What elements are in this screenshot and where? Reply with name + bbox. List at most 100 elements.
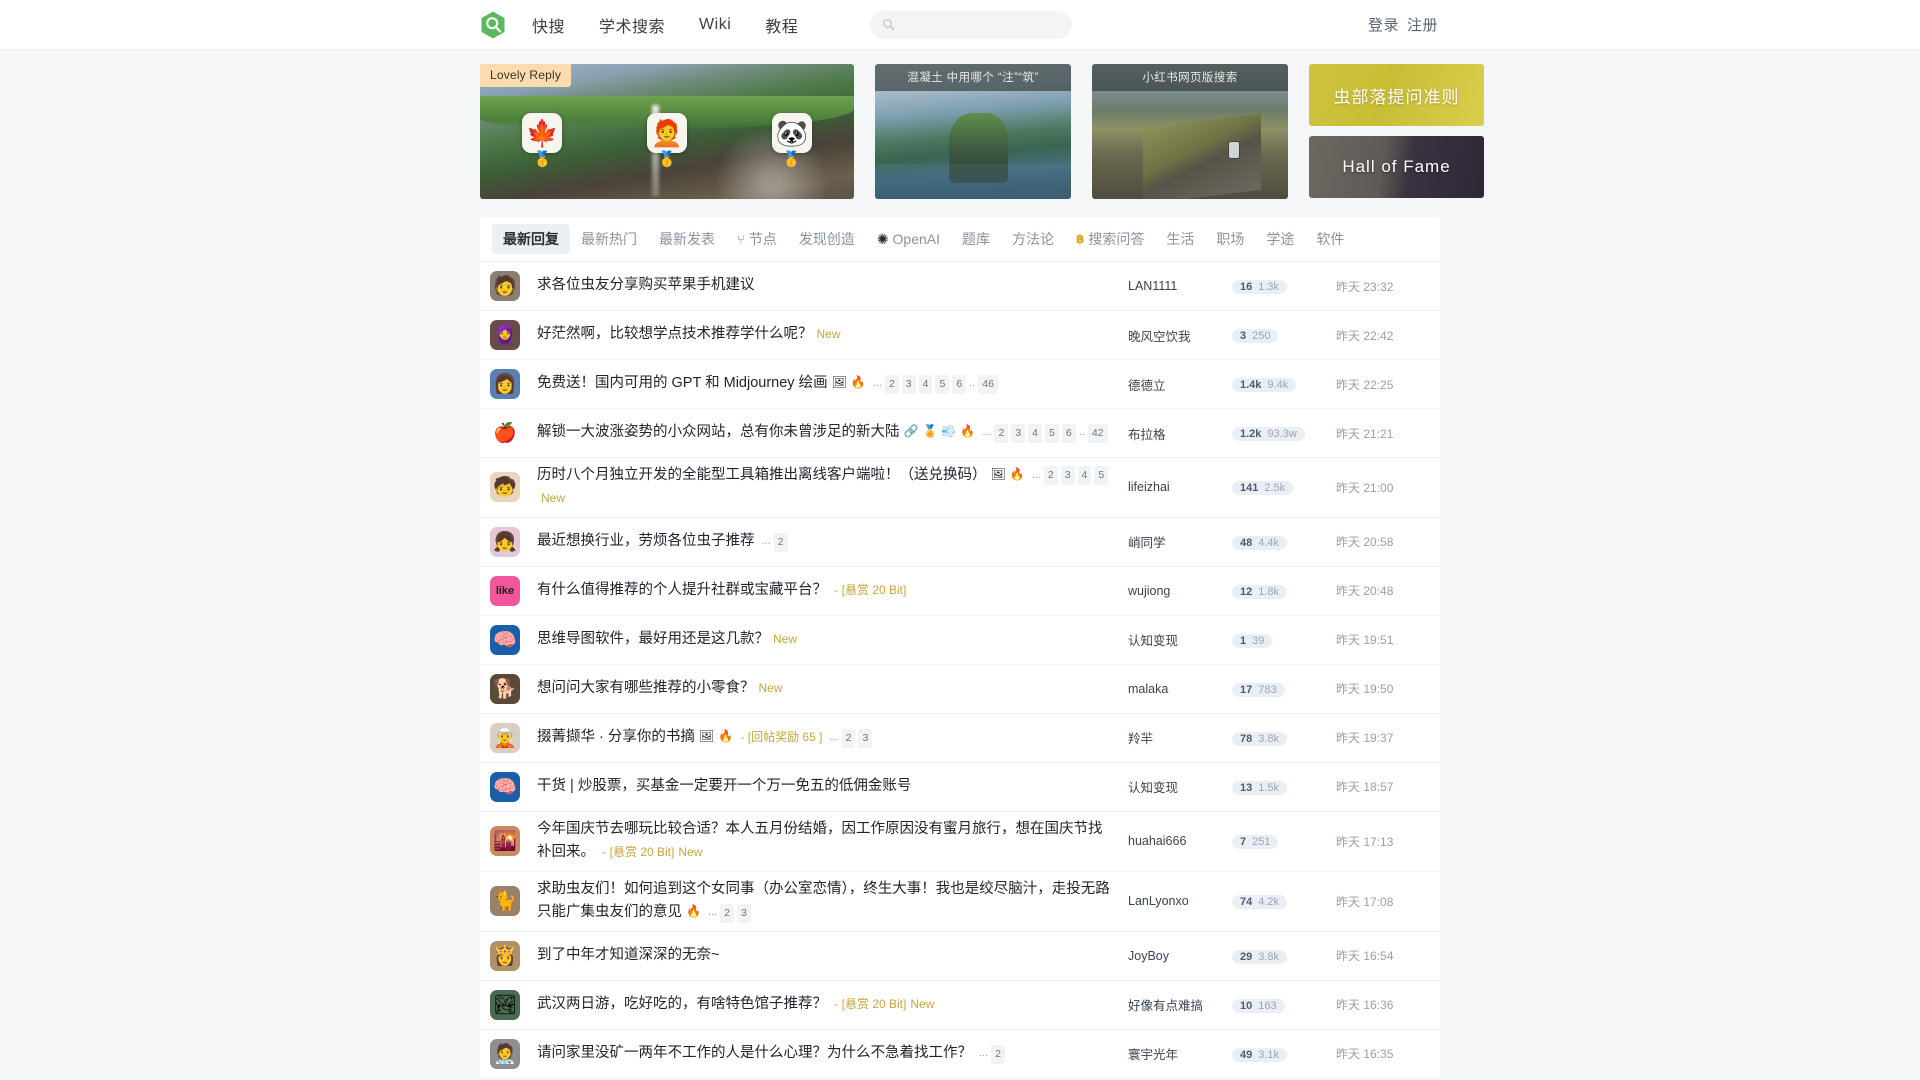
post-title[interactable]: 干货 | 炒股票，买基金一定要开一个万一免五的低佣金账号 (537, 775, 1116, 798)
tab-software[interactable]: 软件 (1305, 224, 1355, 254)
post-author[interactable]: LanLyonxo (1128, 894, 1232, 908)
table-row[interactable]: 🧠 干货 | 炒股票，买基金一定要开一个万一免五的低佣金账号 认知变现 13 1.5k 昨… (480, 761, 1440, 811)
avatar[interactable]: 👧 (490, 526, 520, 557)
nav-link-tutorial[interactable]: 教程 (765, 13, 798, 37)
banner-avatar[interactable]: 🐼 🥇 (771, 112, 812, 167)
table-row[interactable]: 🧑‍⚕️ 请问家里没矿一两年不工作的人是什么心理？为什么不急着找工作？... 2 寰宇… (480, 1028, 1440, 1078)
header-search[interactable] (870, 10, 1073, 39)
table-row[interactable]: 🧒 历时八个月独立开发的全能型工具箱推出离线客户端啦！（送兑换码） 🖼 🔥... 2 3 4… (480, 457, 1440, 517)
page-number[interactable]: 4 (1028, 423, 1043, 443)
post-title[interactable]: 免费送！国内可用的 GPT 和 Midjourney 绘画 🖼 🔥... 2 3 4 5 6.… (537, 372, 1116, 395)
page-number[interactable]: 3 (1011, 423, 1026, 443)
site-logo-icon[interactable] (478, 10, 508, 40)
avatar[interactable]: 🍎 (490, 418, 520, 448)
avatar[interactable]: 🐈 (490, 886, 520, 917)
post-author[interactable]: 好像有点难搞 (1128, 995, 1232, 1014)
post-author[interactable]: JoyBoy (1128, 949, 1232, 963)
post-title[interactable]: 今年国庆节去哪玩比较合适？本人五月份结婚，因工作原因没有蜜月旅行，想在国庆节找补… (537, 818, 1116, 865)
avatar[interactable]: 🧒 (490, 472, 520, 503)
post-title[interactable]: 掇菁撷华 · 分享你的书摘 🖼 🔥 - [回帖奖励 65 ]... 2 3 (537, 726, 1116, 749)
table-row[interactable]: 🧑 求各位虫友分享购买苹果手机建议 LAN1111 16 1.3k 昨天 23:32 (480, 261, 1440, 310)
register-link[interactable]: 注册 (1407, 14, 1438, 35)
post-title[interactable]: 有什么值得推荐的个人提升社群或宝藏平台？ - [悬赏 20 Bit] (537, 579, 1116, 602)
post-author[interactable]: 布拉格 (1128, 424, 1232, 443)
tab-methodology[interactable]: 方法论 (1001, 224, 1065, 254)
tab-workplace[interactable]: 职场 (1205, 224, 1255, 254)
post-title[interactable]: 求助虫友们！如何追到这个女同事（办公室恋情），终生大事！我也是绞尽脑汁，走投无路… (537, 878, 1116, 925)
post-author[interactable]: LAN1111 (1128, 279, 1232, 293)
post-title[interactable]: 到了中年才知道深深的无奈~ (537, 944, 1116, 967)
page-number[interactable]: 46 (978, 374, 998, 394)
post-title[interactable]: 思维导图软件，最好用还是这几款？ New (537, 628, 1116, 651)
post-title[interactable]: 武汉两日游，吃好吃的，有啥特色馆子推荐？ - [悬赏 20 Bit] New (537, 993, 1116, 1016)
page-number[interactable]: 2 (1043, 466, 1058, 486)
post-author[interactable]: 羚羋 (1128, 728, 1232, 747)
avatar[interactable]: 👩 (490, 369, 520, 399)
nav-link-wiki[interactable]: Wiki (699, 16, 731, 34)
banner-avatar[interactable]: 🍁 🥇 (522, 112, 563, 167)
search-input[interactable] (902, 17, 1061, 32)
table-row[interactable]: 👩 免费送！国内可用的 GPT 和 Midjourney 绘画 🖼 🔥... 2 3 4 5 6… (480, 359, 1440, 408)
page-number[interactable]: 3 (736, 903, 751, 923)
post-author[interactable]: 晚风空饮我 (1128, 326, 1232, 345)
page-number[interactable]: 4 (1077, 466, 1092, 486)
table-row[interactable]: like 有什么值得推荐的个人提升社群或宝藏平台？ - [悬赏 20 Bit] wu… (480, 565, 1440, 615)
page-number[interactable]: 2 (773, 532, 788, 552)
post-title[interactable]: 请问家里没矿一两年不工作的人是什么心理？为什么不急着找工作？... 2 (537, 1042, 1116, 1065)
table-row[interactable]: 🧕 好茫然啊，比较想学点技术推荐学什么呢？ New 晚风空饮我 3 250 昨天 22:42 (480, 310, 1440, 359)
tab-openai[interactable]: ✺ OpenAI (866, 226, 951, 252)
nav-link-academic[interactable]: 学术搜索 (599, 13, 665, 37)
tab-life[interactable]: 生活 (1155, 224, 1205, 254)
tab-latest-hot[interactable]: 最新热门 (570, 224, 648, 254)
post-author[interactable]: lifeizhai (1128, 480, 1232, 494)
page-number[interactable]: 6 (952, 374, 967, 394)
page-number[interactable]: 2 (991, 1044, 1006, 1064)
table-row[interactable]: 🌇 今年国庆节去哪玩比较合适？本人五月份结婚，因工作原因没有蜜月旅行，想在国庆节找… (480, 810, 1440, 871)
avatar[interactable]: 🧕 (490, 320, 520, 350)
banner-avatar[interactable]: 🧑‍🦰 🥇 (646, 112, 687, 167)
post-author[interactable]: huahai666 (1128, 834, 1232, 848)
table-row[interactable]: 🧠 思维导图软件，最好用还是这几款？ New 认知变现 1 39 昨天 19:51 (480, 614, 1440, 664)
banner-lovely-reply[interactable]: Lovely Reply 🍁 🥇 🧑‍🦰 🥇 🐼 🥇 (480, 64, 854, 199)
post-title[interactable]: 解锁一大波涨姿势的小众网站，总有你未曾涉足的新大陆 🔗 🏅 💨 🔥... 2 3 4 5 6.. 4… (537, 421, 1116, 444)
tab-latest-reply[interactable]: 最新回复 (492, 224, 570, 254)
post-author[interactable]: 认知变现 (1128, 630, 1232, 649)
page-number[interactable]: 2 (841, 728, 856, 748)
hall-of-fame-button[interactable]: Hall of Fame (1309, 136, 1484, 198)
post-title[interactable]: 历时八个月独立开发的全能型工具箱推出离线客户端啦！（送兑换码） 🖼 🔥... 2 3 4 5… (537, 464, 1116, 511)
avatar[interactable]: 🧑‍⚕️ (490, 1038, 520, 1069)
tab-discover-create[interactable]: 发现创造 (788, 224, 866, 254)
post-title[interactable]: 想问问大家有哪些推荐的小零食？ New (537, 677, 1116, 700)
avatar[interactable]: 👸 (490, 940, 520, 971)
page-number[interactable]: 2 (720, 903, 734, 923)
tab-search-qa[interactable]: ฿ 搜索问答 (1065, 224, 1155, 254)
post-author[interactable]: wujiong (1128, 584, 1232, 598)
avatar[interactable]: 🏞 (490, 989, 520, 1020)
avatar[interactable]: 🧠 (490, 771, 520, 802)
login-link[interactable]: 登录 (1368, 14, 1399, 35)
table-row[interactable]: 🍎 解锁一大波涨姿势的小众网站，总有你未曾涉足的新大陆 🔗 🏅 💨 🔥... 2 3 4 5 6..… (480, 408, 1440, 457)
avatar[interactable]: 🧝 (490, 722, 520, 753)
post-author[interactable]: 寰宇光年 (1128, 1044, 1232, 1063)
tab-question-bank[interactable]: 题库 (951, 224, 1001, 254)
post-author[interactable]: 峭同学 (1128, 532, 1232, 551)
nav-link-kuaisou[interactable]: 快搜 (532, 13, 565, 37)
page-number[interactable]: 2 (994, 423, 1009, 443)
page-number[interactable]: 5 (1045, 423, 1059, 443)
avatar[interactable]: 🧠 (490, 624, 520, 655)
table-row[interactable]: 🧝 掇菁撷华 · 分享你的书摘 🖼 🔥 - [回帖奖励 65 ]... 2 3 羚羋 78 3.… (480, 712, 1440, 762)
post-title[interactable]: 最近想换行业，劳烦各位虫子推荐... 2 (537, 530, 1116, 553)
page-number[interactable]: 4 (918, 374, 933, 394)
post-author[interactable]: malaka (1128, 682, 1232, 696)
table-row[interactable]: 🐈 求助虫友们！如何追到这个女同事（办公室恋情），终生大事！我也是绞尽脑汁，走投无… (480, 870, 1440, 931)
table-row[interactable]: 👸 到了中年才知道深深的无奈~ JoyBoy 29 3.8k 昨天 16:54 (480, 930, 1440, 980)
page-number[interactable]: 3 (858, 728, 873, 748)
page-number[interactable]: 3 (1060, 466, 1075, 486)
page-number[interactable]: 5 (1094, 466, 1109, 486)
page-number[interactable]: 5 (935, 374, 950, 394)
tab-latest-post[interactable]: 最新发表 (648, 224, 726, 254)
page-number[interactable]: 6 (1061, 423, 1076, 443)
guidelines-button[interactable]: 虫部落提问准则 (1309, 64, 1484, 126)
post-author[interactable]: 德德立 (1128, 375, 1232, 394)
avatar[interactable]: like (490, 575, 520, 606)
